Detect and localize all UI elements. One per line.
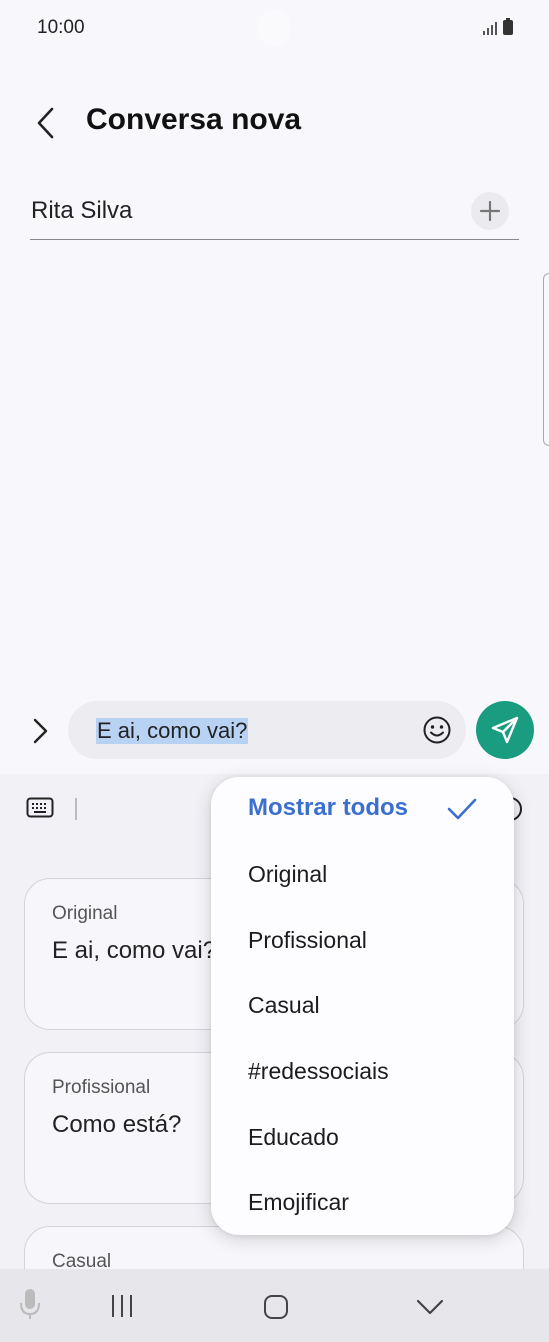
chevron-left-icon [37, 107, 54, 139]
menu-item-label: Educado [248, 1124, 339, 1150]
back-button[interactable] [30, 103, 64, 143]
camera-cutout [257, 9, 291, 47]
recipient-field[interactable]: Rita Silva [30, 185, 519, 240]
add-recipient-button[interactable] [471, 192, 509, 230]
card-text: E ai, como vai? [52, 937, 217, 964]
voice-input-button[interactable] [17, 1287, 43, 1321]
menu-item-label: Casual [248, 992, 320, 1018]
chevron-down-icon [416, 1299, 444, 1315]
battery-icon [503, 18, 513, 35]
menu-item-casual[interactable]: Casual [248, 992, 488, 1032]
status-time: 10:00 [37, 17, 85, 38]
menu-item-label: Emojificar [248, 1189, 349, 1215]
recent-apps-icon [112, 1295, 132, 1317]
expand-options-button[interactable] [26, 712, 54, 750]
microphone-icon [20, 1289, 40, 1319]
recipient-name: Rita Silva [31, 197, 133, 224]
menu-item-profissional[interactable]: Profissional [248, 927, 488, 967]
emoji-button[interactable] [422, 715, 452, 745]
tone-dropdown-menu: Mostrar todos Original Profissional Casu… [211, 777, 514, 1235]
menu-item-label: Original [248, 861, 328, 887]
navigation-bar [0, 1269, 549, 1342]
keyboard-icon [26, 797, 54, 818]
plus-icon [479, 200, 501, 222]
paper-plane-icon [491, 716, 519, 744]
check-icon [446, 797, 478, 821]
smiley-icon [423, 716, 451, 744]
keyboard-button[interactable] [26, 796, 54, 820]
menu-item-label: #redessociais [248, 1058, 389, 1084]
card-text: Como está? [52, 1111, 182, 1138]
home-button[interactable] [263, 1294, 289, 1320]
menu-item-original[interactable]: Original [248, 861, 488, 901]
status-icons [482, 18, 513, 35]
send-button[interactable] [476, 701, 534, 759]
menu-item-emojificar[interactable]: Emojificar [248, 1189, 488, 1229]
card-label: Original [52, 903, 118, 924]
message-input[interactable]: E ai, como vai? [68, 701, 466, 759]
page-title: Conversa nova [86, 103, 302, 136]
recent-apps-button[interactable] [109, 1293, 135, 1319]
message-text: E ai, como vai? [96, 718, 249, 744]
edge-panel-handle[interactable] [543, 273, 549, 446]
nav-back-button[interactable] [415, 1297, 445, 1317]
toolbar-divider [75, 798, 77, 820]
signal-icon [482, 21, 497, 35]
card-label: Profissional [52, 1077, 151, 1098]
header: Conversa nova [0, 95, 549, 150]
compose-row: E ai, como vai? [0, 700, 549, 762]
status-bar: 10:00 [0, 0, 549, 60]
menu-item-label: Profissional [248, 927, 367, 953]
menu-item-label: Mostrar todos [248, 794, 409, 821]
chevron-right-icon [33, 718, 48, 744]
menu-item-redessociais[interactable]: #redessociais [248, 1058, 488, 1098]
home-icon [264, 1295, 288, 1319]
menu-item-educado[interactable]: Educado [248, 1124, 488, 1164]
